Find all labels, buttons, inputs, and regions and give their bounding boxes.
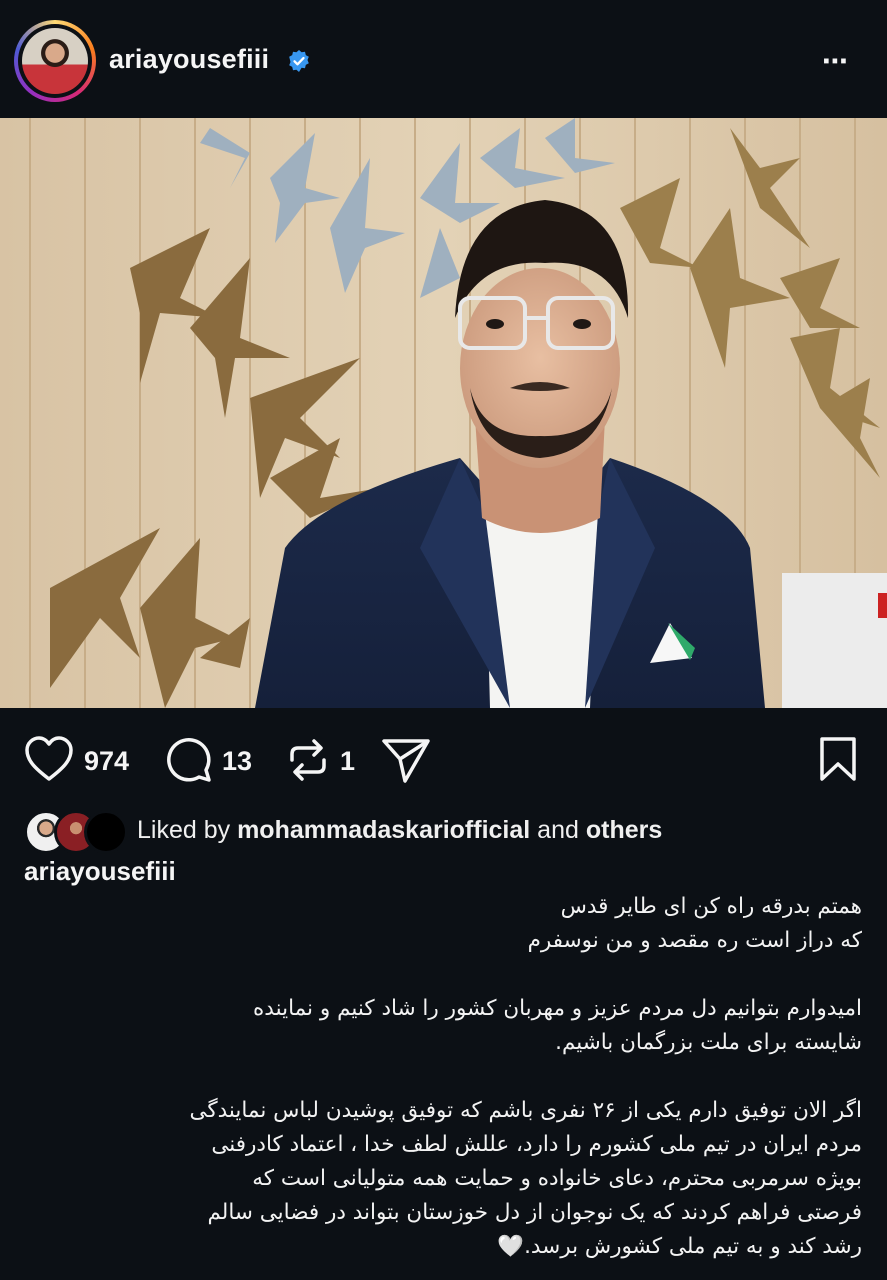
likes-count[interactable]: 974 — [84, 746, 129, 777]
liked-by-text: Liked by mohammadaskariofficial and othe… — [137, 816, 662, 845]
bookmark-icon[interactable] — [818, 736, 858, 782]
caption-line: مردم ایران در تیم ملی کشورم را دارد، علل… — [211, 1132, 862, 1157]
verified-badge-icon — [289, 50, 309, 72]
profile-avatar[interactable] — [14, 20, 96, 102]
caption-line: همتم بدرقه راه کن ای طایر قدس — [560, 894, 862, 919]
like-heart-icon[interactable] — [24, 736, 74, 782]
caption-line: فرصتی فراهم کردند که یک نوجوان از دل خوز… — [207, 1200, 862, 1225]
share-send-icon[interactable] — [381, 736, 431, 784]
caption-line: بویژه سرمربی محترم، دعای خانواده و حمایت… — [252, 1166, 862, 1191]
liked-by-mid: and — [530, 816, 586, 844]
more-options-icon[interactable]: ⋯ — [822, 46, 850, 77]
post-username[interactable]: ariayousefiii — [109, 44, 269, 75]
caption-line: که دراز است ره مقصد و من نوسفرم — [527, 928, 862, 953]
liked-by-prefix: Liked by — [137, 816, 238, 844]
caption-text: همتم بدرقه راه کن ای طایر قدس که دراز اس… — [30, 890, 862, 1264]
liked-by-row[interactable]: Liked by mohammadaskariofficial and othe… — [24, 806, 874, 854]
caption-line: رشد کند و به تیم ملی کشورش برسد.🤍 — [497, 1234, 862, 1259]
caption-line: شایسته برای ملت بزرگمان باشیم. — [555, 1030, 862, 1055]
liked-by-others[interactable]: others — [586, 816, 662, 844]
avatar-border — [18, 24, 92, 98]
repost-icon[interactable] — [286, 736, 330, 784]
caption-line: امیدوارم بتوانیم دل مردم عزیز و مهربان ک… — [253, 996, 862, 1021]
liker-avatar — [84, 810, 128, 854]
comment-icon[interactable] — [165, 736, 213, 784]
comments-count[interactable]: 13 — [222, 746, 252, 777]
reposts-count[interactable]: 1 — [340, 746, 355, 777]
caption-username[interactable]: ariayousefiii — [24, 856, 176, 887]
action-bar: 974 13 1 — [0, 720, 887, 800]
post-photo[interactable] — [0, 118, 887, 708]
post-header: ariayousefiii ⋯ — [0, 0, 887, 118]
caption-line: اگر الان توفیق دارم یکی از ۲۶ نفری باشم … — [189, 1098, 862, 1123]
avatar-image — [22, 28, 88, 94]
liked-by-user[interactable]: mohammadaskariofficial — [237, 816, 530, 844]
post-image — [0, 118, 887, 708]
